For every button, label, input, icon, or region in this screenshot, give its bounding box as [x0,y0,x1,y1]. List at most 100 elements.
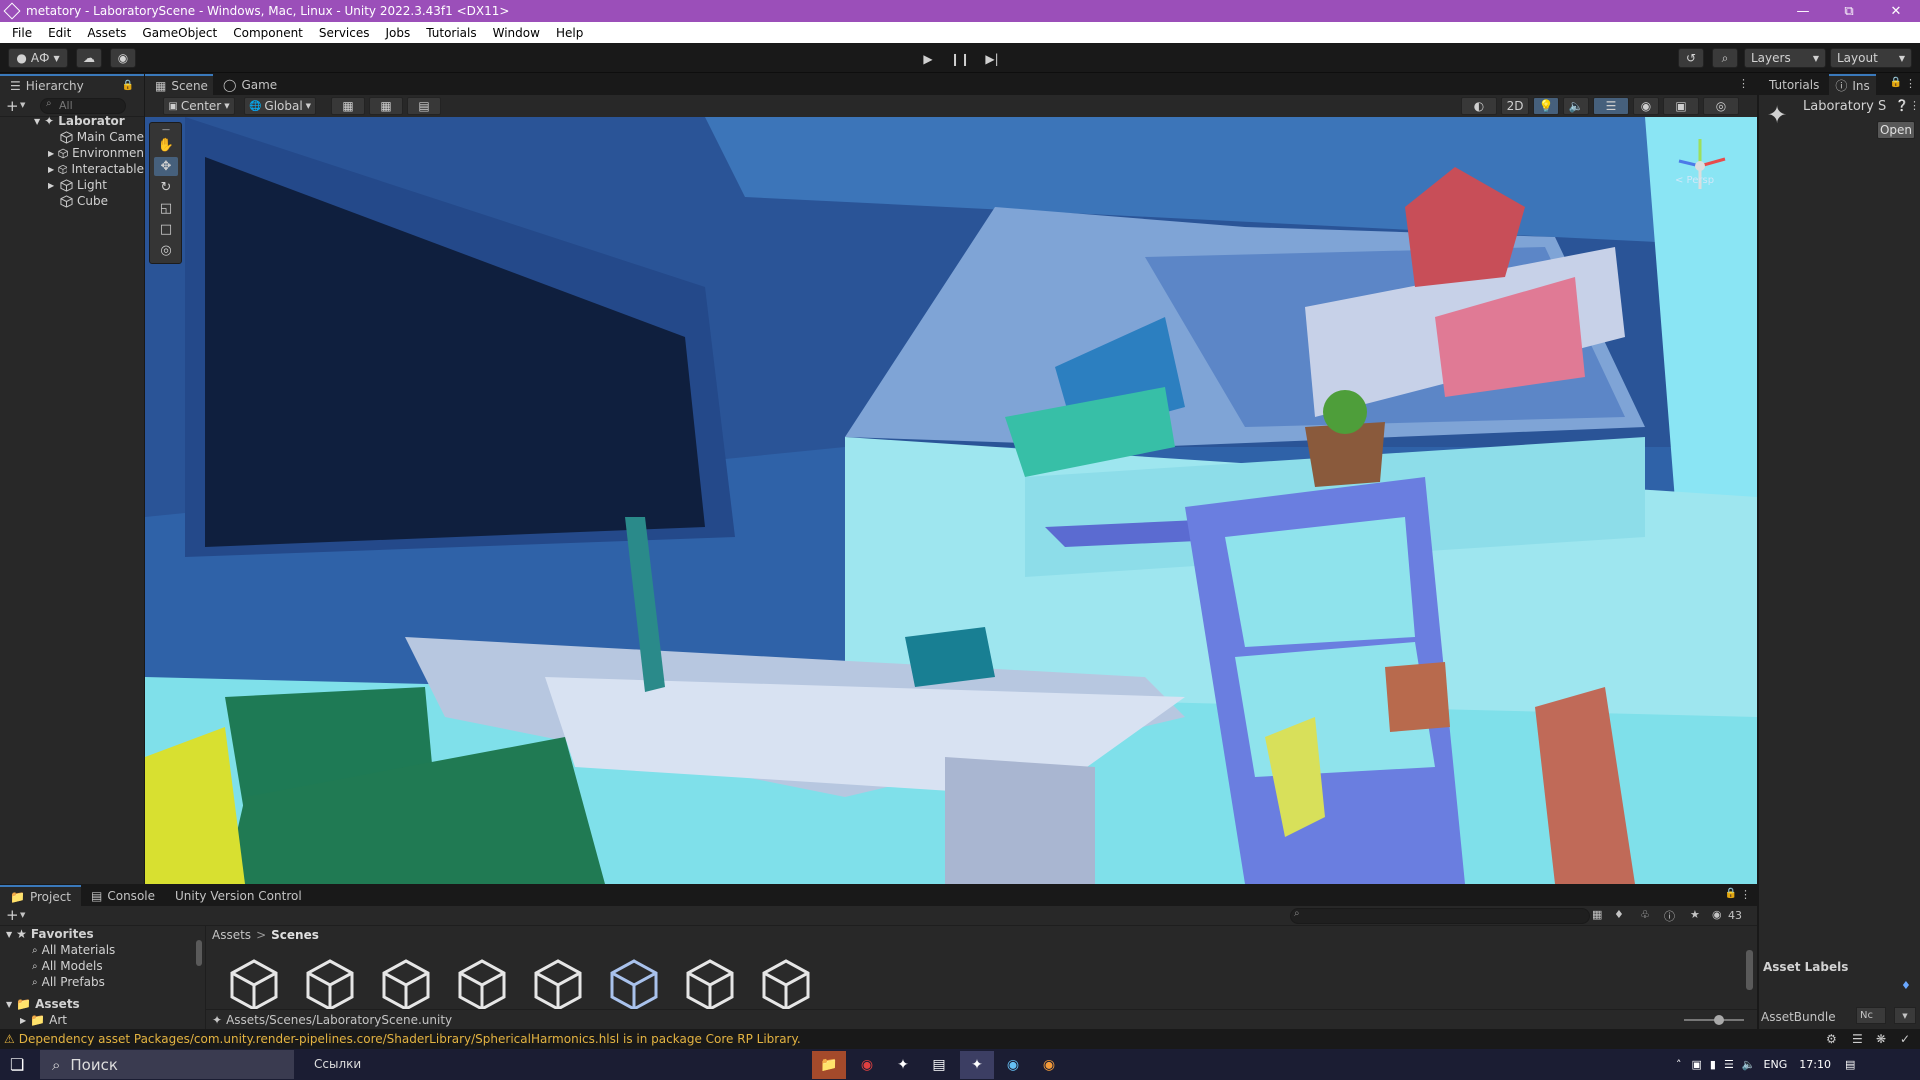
scene-asset-tile[interactable] [304,958,360,1011]
menu-services[interactable]: Services [311,26,378,40]
account-button[interactable]: ● АФ ▼ [8,48,68,68]
scene-asset-tile[interactable] [456,958,512,1011]
label-tag-icon[interactable]: ♦ [1901,979,1911,992]
notifications-icon[interactable]: ▤ [1845,1058,1855,1071]
cloud-button[interactable]: ☁ [76,48,102,68]
tab-version-control[interactable]: Unity Version Control [165,885,312,906]
tab-scene[interactable]: ▦ Scene [145,74,213,95]
project-search-input[interactable] [1290,908,1590,924]
lock-icon[interactable]: 🔒 [1725,888,1737,899]
language-indicator[interactable]: ENG [1764,1058,1788,1071]
breadcrumb-scenes[interactable]: Scenes [271,928,319,944]
bug-icon[interactable]: ❋ [1876,1032,1886,1046]
unity-editor-app[interactable]: ✦ [960,1051,994,1079]
tab-project[interactable]: 📁 Project [0,885,82,906]
snap-increment-button[interactable]: ▦ [369,97,403,115]
unity-hub-app[interactable]: ✦ [886,1051,920,1079]
layers-dropdown[interactable]: Layers ▼ [1744,48,1826,68]
lock-icon[interactable]: 🔒 [122,80,134,91]
status-message[interactable]: Dependency asset Packages/com.unity.rend… [19,1032,801,1046]
gizmos-button[interactable]: ◎ [1703,97,1739,115]
tab-game[interactable]: ◯ Game [213,74,277,95]
expand-arrow-icon[interactable]: ▶ [20,1016,26,1025]
battery-icon[interactable]: ▮ [1710,1058,1716,1071]
breadcrumb-assets[interactable]: Assets [212,928,251,944]
scene-asset-tile[interactable] [760,958,816,1011]
orientation-gizmo[interactable] [1665,131,1735,201]
transform-tool[interactable]: ◎ [154,241,178,260]
debug-icon[interactable]: ⚙ [1826,1032,1837,1046]
step-button[interactable]: ▶| [978,48,1006,69]
terminal-app[interactable]: ▤ [922,1051,956,1079]
links-toolbar-label[interactable]: Ссылки [314,1057,361,1071]
scene-asset-tile[interactable] [228,958,284,1011]
icon-size-slider[interactable] [1684,1015,1744,1025]
scene-asset-tile[interactable] [684,958,740,1011]
rect-tool[interactable]: □ [154,220,178,239]
search-button[interactable]: ⌕ [1712,48,1738,68]
more-options-icon[interactable]: ⋮ [1740,888,1751,901]
list-item[interactable]: ▶ Environmen [0,145,144,161]
expand-arrow-icon[interactable]: ▶ [48,181,58,190]
help-icon[interactable]: ❔ [1895,99,1909,112]
pause-button[interactable]: ❙❙ [946,48,974,69]
tab-hierarchy[interactable]: ☰ Hierarchy 🔒 [0,74,144,95]
expand-arrow-icon[interactable]: ▶ [48,165,56,174]
expand-arrow-icon[interactable]: ▼ [34,117,40,126]
camera-button[interactable]: ▣ [1663,97,1699,115]
list-item[interactable]: ▶ 📁 Art [0,1012,205,1028]
menu-edit[interactable]: Edit [40,26,79,40]
ruler-button[interactable]: ▤ [407,97,441,115]
play-button[interactable]: ▶ [914,48,942,69]
menu-component[interactable]: Component [225,26,311,40]
rotate-tool[interactable]: ↻ [154,178,178,197]
menu-file[interactable]: File [4,26,40,40]
pivot-dropdown[interactable]: ▣ Center ▼ [163,97,235,115]
move-tool[interactable]: ✥ [154,157,178,176]
scene-viewport[interactable]: < Persp [145,117,1757,884]
shading-mode-button[interactable]: ◐ [1461,97,1497,115]
scale-tool[interactable]: ◱ [154,199,178,218]
menu-gameobject[interactable]: GameObject [134,26,225,40]
slider-thumb[interactable] [1714,1015,1724,1025]
list-item[interactable]: ⌕ All Models [0,958,205,974]
scene-root-row[interactable]: ▼ ✦ Laborator [0,113,144,129]
project-scrollbar[interactable] [1746,950,1753,990]
progress-icon[interactable]: ☰ [1852,1032,1863,1046]
file-explorer-app[interactable]: 📁 [812,1051,846,1079]
close-button[interactable]: ✕ [1873,0,1919,22]
tab-inspector[interactable]: ⓘ Ins [1829,74,1876,95]
restore-button[interactable]: ⧉ [1826,0,1872,22]
display-icon[interactable]: ▣ [1692,1058,1702,1071]
tree-scrollbar[interactable] [196,940,202,966]
effects-toggle[interactable]: ☰ [1593,97,1629,115]
taskbar-search[interactable]: ⌕ Поиск [40,1050,294,1079]
mode-2d-button[interactable]: 2D [1501,97,1529,115]
expand-arrow-icon[interactable]: ▼ [6,1000,12,1009]
scene-asset-tile[interactable] [532,958,588,1011]
menu-tutorials[interactable]: Tutorials [418,26,484,40]
expand-arrow-icon[interactable]: ▼ [6,930,12,939]
open-button[interactable]: Open [1877,121,1915,139]
filter-type-icon[interactable]: ▦ [1592,908,1602,921]
view-tool[interactable]: ✋ [154,136,178,155]
more-options-icon[interactable]: ⋮ [1905,77,1916,90]
menu-jobs[interactable]: Jobs [378,26,419,40]
list-item[interactable]: ⌕ All Prefabs [0,974,205,990]
hierarchy-search-input[interactable]: All [40,98,126,114]
minimize-button[interactable]: — [1780,0,1826,22]
menu-assets[interactable]: Assets [79,26,134,40]
list-item[interactable]: ▶ Interactable [0,161,144,177]
list-item[interactable]: ▶ Light [0,177,144,193]
asset-bundle-dropdown[interactable]: Nc [1856,1007,1886,1024]
favorites-row[interactable]: ▼ ★ Favorites [0,926,205,942]
expand-arrow-icon[interactable]: ▶ [48,149,56,158]
info-icon[interactable]: ⓘ [1664,908,1675,924]
scene-asset-tile[interactable] [380,958,436,1011]
collab-button[interactable]: ◉ [110,48,136,68]
more-options-icon[interactable]: ⋮ [1909,99,1920,112]
audio-toggle[interactable]: 🔈 [1563,97,1589,115]
blender-app[interactable]: ◉ [1032,1051,1066,1079]
lock-icon[interactable]: 🔒 [1890,77,1902,88]
menu-help[interactable]: Help [548,26,591,40]
